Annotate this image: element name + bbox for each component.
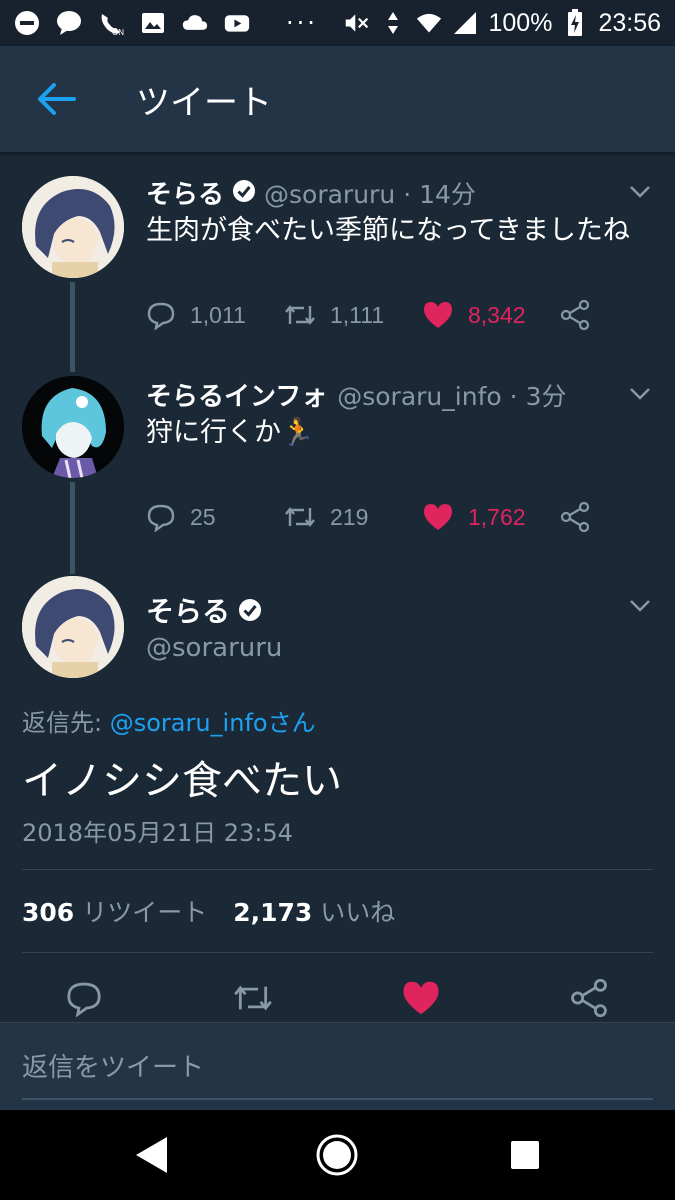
divider: [22, 952, 653, 953]
chevron-down-icon[interactable]: [625, 590, 655, 620]
square-recents-icon: [511, 1141, 539, 1169]
tweet-text: 狩に行くか🏃: [146, 417, 315, 448]
share-button[interactable]: [560, 300, 590, 330]
reply-button[interactable]: [61, 975, 107, 1021]
back-button[interactable]: [26, 69, 86, 129]
reply-prefix: 返信先:: [22, 709, 110, 737]
reply-target-link[interactable]: @soraru_infoさん: [110, 709, 316, 737]
nav-recents-button[interactable]: [502, 1132, 548, 1178]
author-handle[interactable]: @soraruru: [264, 180, 395, 209]
retweet-button[interactable]: 1,111: [284, 300, 422, 330]
retweet-icon: [285, 305, 315, 325]
share-button[interactable]: [566, 975, 612, 1021]
share-button[interactable]: [560, 502, 590, 532]
battery-charging-icon: [562, 9, 588, 36]
status-bar: ON ··· 100% 23:56: [0, 0, 675, 46]
author-name[interactable]: そらる: [146, 174, 224, 211]
retweet-button[interactable]: [230, 975, 276, 1021]
like-count: 8,342: [468, 301, 526, 328]
reply-count: 25: [190, 503, 216, 530]
tweet-time: · 3分: [509, 382, 567, 411]
more-notifications-icon: ···: [286, 9, 318, 37]
retweet-icon: [234, 985, 272, 1011]
retweet-count: 219: [330, 503, 369, 530]
reply-context: 返信先: @soraru_infoさん: [22, 703, 316, 738]
author-handle[interactable]: @soraru_info: [337, 382, 501, 411]
chevron-down-icon[interactable]: [625, 378, 655, 408]
nav-back-button[interactable]: [128, 1132, 174, 1178]
heart-icon: [424, 504, 452, 530]
data-arrows-icon: [380, 10, 406, 36]
image-icon: [140, 10, 166, 36]
reply-button[interactable]: 1,011: [146, 300, 284, 330]
author-name[interactable]: そらるインフォ: [146, 376, 327, 413]
wifi-calling-on-icon: ON: [98, 10, 124, 36]
wifi-icon: [416, 10, 442, 36]
app-bar: ツイート: [0, 46, 675, 152]
reply-composer: 返信をツイート: [0, 1022, 675, 1110]
like-label[interactable]: いいね: [320, 893, 395, 929]
chevron-down-icon[interactable]: [625, 176, 655, 206]
avatar[interactable]: [22, 376, 124, 478]
back-arrow-icon: [38, 83, 76, 115]
retweet-total[interactable]: 306: [22, 898, 74, 927]
clock: 23:56: [598, 8, 661, 37]
thread-tweet[interactable]: そらる @soraruru · 14分 生肉が食べたい季節になってきましたね 1…: [0, 170, 675, 345]
nav-home-button[interactable]: [314, 1132, 360, 1178]
minus-circle-icon: [14, 10, 40, 36]
like-count: 1,762: [468, 503, 526, 530]
reply-input[interactable]: 返信をツイート: [22, 1047, 204, 1084]
like-button[interactable]: 1,762: [422, 502, 560, 532]
author-name[interactable]: そらる: [146, 590, 230, 630]
svg-text:ON: ON: [112, 28, 124, 36]
verified-badge-icon: [239, 599, 262, 621]
chat-bubble-icon: [56, 10, 82, 36]
input-underline: [22, 1098, 653, 1100]
triangle-back-icon: [136, 1137, 167, 1173]
like-button[interactable]: 8,342: [422, 300, 560, 330]
retweet-button[interactable]: 219: [284, 502, 422, 532]
mute-icon: [344, 10, 370, 36]
tweet-text: 生肉が食べたい季節になってきましたね: [146, 215, 630, 246]
retweet-icon: [285, 507, 315, 527]
tweet-action-bar: [0, 975, 675, 1021]
page-title: ツイート: [136, 82, 272, 123]
system-nav-bar: [0, 1110, 675, 1200]
reply-button[interactable]: 25: [146, 502, 284, 532]
reply-icon: [67, 982, 101, 1017]
battery-percent: 100%: [488, 8, 553, 37]
circle-home-icon: [316, 1134, 358, 1176]
share-icon: [560, 300, 590, 330]
signal-icon: [452, 10, 478, 36]
like-button[interactable]: [398, 975, 444, 1021]
tweet-time: · 14分: [403, 180, 476, 209]
reply-count: 1,011: [190, 301, 246, 328]
heart-icon: [424, 302, 452, 328]
retweet-count: 1,111: [330, 301, 385, 328]
share-icon: [571, 979, 607, 1017]
retweet-label[interactable]: リツイート: [82, 893, 207, 929]
reply-icon: [147, 504, 175, 532]
avatar[interactable]: [22, 576, 124, 678]
tweet-timestamp: 2018年05月21日 23:54: [22, 819, 293, 847]
share-icon: [560, 502, 590, 532]
thread-tweet[interactable]: そらるインフォ @soraru_info · 3分 狩に行くか🏃 25 219 …: [0, 372, 675, 547]
reply-icon: [147, 302, 175, 330]
avatar[interactable]: [22, 176, 124, 278]
verified-badge-icon: [233, 180, 256, 202]
tweet-text: イノシシ食べたい: [22, 758, 342, 804]
cloud-icon: [182, 10, 208, 36]
youtube-icon: [224, 10, 250, 36]
divider: [22, 869, 653, 870]
author-handle[interactable]: @soraruru: [146, 633, 282, 663]
heart-icon: [403, 981, 439, 1015]
tweet-stats: 306 リツイート 2,173 いいね: [22, 893, 421, 929]
like-total[interactable]: 2,173: [233, 898, 312, 927]
